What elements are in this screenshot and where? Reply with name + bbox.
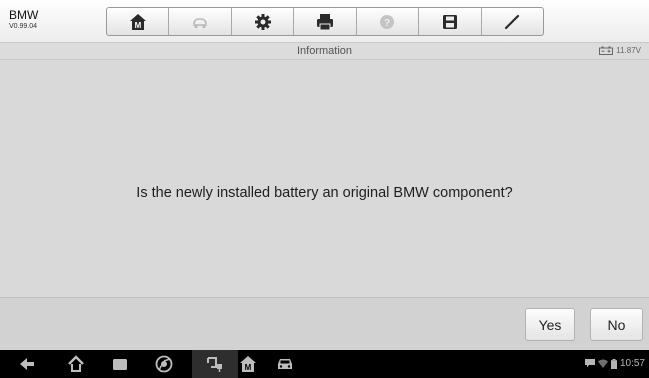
- back-icon: [20, 358, 34, 370]
- print-button[interactable]: [294, 8, 357, 35]
- app-title: BMW V0.99.04: [9, 9, 38, 30]
- back-nav-button[interactable]: [14, 350, 40, 378]
- car-icon: [278, 359, 292, 369]
- settings-button[interactable]: [232, 8, 295, 35]
- vci-connector-icon: [207, 357, 222, 372]
- yes-button[interactable]: Yes: [525, 308, 575, 341]
- battery-status: 11.87V: [599, 46, 641, 55]
- battery-icon: [599, 46, 614, 55]
- vehicle-nav-button[interactable]: [272, 350, 298, 378]
- toolbar: M ?: [106, 7, 544, 36]
- home-m-nav-button[interactable]: M: [235, 350, 261, 378]
- pen-icon: [505, 14, 520, 29]
- browser-icon: [155, 355, 173, 373]
- browser-button[interactable]: [151, 350, 177, 378]
- wifi-icon: [597, 359, 608, 368]
- system-nav-bar: M 10:57: [0, 350, 649, 378]
- home-nav-button[interactable]: [63, 350, 89, 378]
- question-text: Is the newly installed battery an origin…: [136, 185, 513, 201]
- print-icon: [316, 13, 333, 30]
- home-m-icon: M: [129, 13, 146, 30]
- settings-icon: [254, 13, 271, 30]
- save-button[interactable]: [419, 8, 482, 35]
- top-bar: BMW V0.99.04 M ?: [0, 0, 649, 43]
- recent-apps-button[interactable]: [107, 350, 133, 378]
- battery-voltage: 11.87V: [616, 46, 641, 55]
- app-version: V0.99.04: [9, 23, 38, 30]
- battery-level-icon: [610, 358, 617, 369]
- svg-text:?: ?: [384, 18, 390, 29]
- info-bar: Information 11.87V: [0, 43, 649, 60]
- message-icon: [584, 359, 595, 368]
- save-icon: [442, 14, 457, 29]
- home-icon: [68, 355, 84, 372]
- vehicle-swap-button[interactable]: [169, 8, 232, 35]
- status-tray: 10:57: [584, 358, 645, 369]
- no-button[interactable]: No: [590, 308, 643, 341]
- pen-button[interactable]: [482, 8, 543, 35]
- action-bar: Yes No: [0, 297, 649, 350]
- recent-apps-icon: [113, 359, 127, 370]
- vehicle-swap-icon: [193, 17, 208, 28]
- info-title: Information: [296, 45, 353, 57]
- svg-text:M: M: [134, 21, 141, 30]
- svg-text:M: M: [245, 363, 252, 372]
- help-button[interactable]: ?: [357, 8, 420, 35]
- vci-button[interactable]: [192, 350, 238, 378]
- home-button[interactable]: M: [107, 8, 170, 35]
- help-icon: ?: [380, 14, 395, 29]
- content-area: Is the newly installed battery an origin…: [0, 60, 649, 297]
- clock: 10:57: [619, 358, 645, 369]
- app-name: BMW: [9, 8, 39, 22]
- home-m-icon: M: [240, 356, 256, 372]
